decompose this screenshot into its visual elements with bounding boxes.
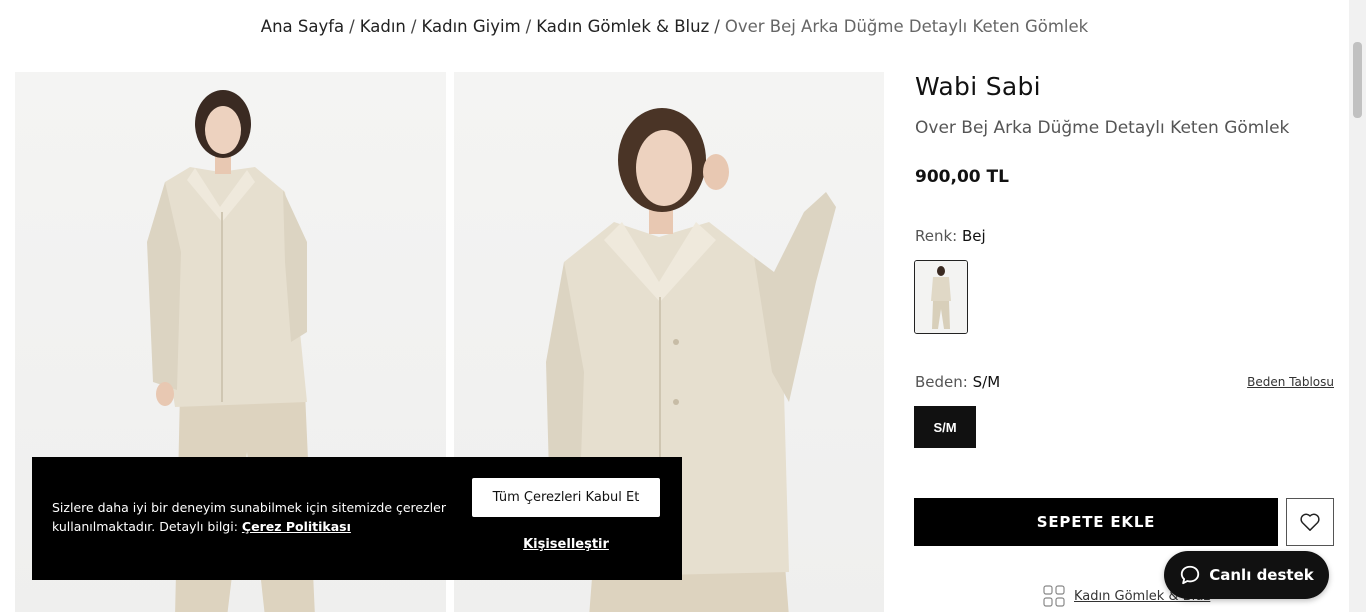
breadcrumb-separator: / [525,17,532,36]
add-to-cart-button[interactable]: SEPETE EKLE [914,498,1278,546]
cookie-policy-link[interactable]: Çerez Politikası [242,519,351,534]
size-chart-link[interactable]: Beden Tablosu [1247,375,1334,389]
color-label: Renk: Bej [915,227,986,245]
size-label: Beden: S/M [915,373,1000,391]
breadcrumb-current: Over Bej Arka Düğme Detaylı Keten Gömlek [724,17,1089,36]
cookie-text: Sizlere daha iyi bir deneyim sunabilmek … [52,498,452,536]
live-support-label: Canlı destek [1209,566,1314,584]
breadcrumb-home[interactable]: Ana Sayfa [261,17,344,36]
color-swatch-beige[interactable] [914,260,968,334]
size-option-sm[interactable]: S/M [914,406,976,448]
size-label-text: Beden: [915,373,968,391]
live-support-button[interactable]: Canlı destek [1164,551,1329,599]
customize-cookies-link[interactable]: Kişiselleştir [472,537,660,552]
swatch-thumbnail [915,261,967,333]
breadcrumb-separator: / [410,17,417,36]
cookie-banner: Sizlere daha iyi bir deneyim sunabilmek … [32,457,682,580]
breadcrumb-women-clothing[interactable]: Kadın Giyim [421,17,520,36]
product-name: Over Bej Arka Düğme Detaylı Keten Gömlek [915,118,1290,138]
breadcrumb-shirts-blouses[interactable]: Kadın Gömlek & Bluz [536,17,709,36]
product-price: 900,00 TL [915,167,1009,187]
chat-bubble-icon [1181,565,1200,585]
brand-name[interactable]: Wabi Sabi [915,72,1041,101]
color-label-text: Renk: [915,227,958,245]
grid-icon [1043,585,1065,607]
scrollbar-thumb[interactable] [1353,42,1362,118]
breadcrumb-women[interactable]: Kadın [360,17,406,36]
breadcrumb-separator: / [714,17,720,36]
breadcrumb: Ana Sayfa / Kadın / Kadın Giyim / Kadın Gömlek… [0,17,1349,36]
heart-icon [1300,513,1320,531]
size-value: S/M [972,373,1001,391]
color-value: Bej [962,227,986,245]
page-scrollbar[interactable] [1349,0,1366,612]
accept-all-cookies-button[interactable]: Tüm Çerezleri Kabul Et [472,478,660,517]
breadcrumb-separator: / [349,17,355,36]
favorite-button[interactable] [1286,498,1334,546]
